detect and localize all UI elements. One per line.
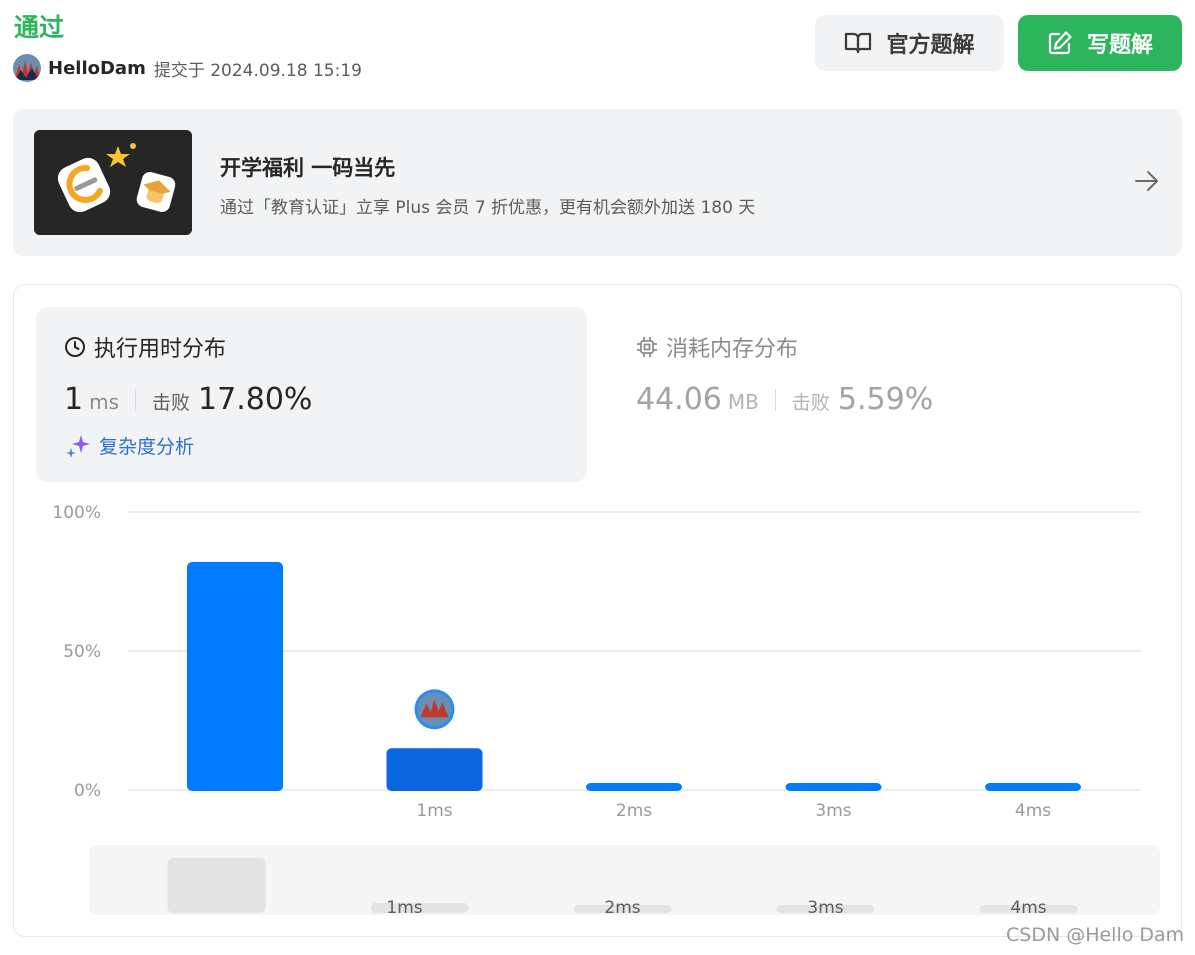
status-accepted: 通过 <box>14 13 65 42</box>
username[interactable]: HelloDam <box>48 58 146 79</box>
memory-beat-value: 5.59% <box>837 382 934 417</box>
divider <box>774 388 776 411</box>
memory-chip-icon <box>637 337 657 357</box>
memory-title[interactable]: 消耗内存分布 <box>636 331 798 363</box>
runtime-unit: ms <box>89 390 119 414</box>
watermark: CSDN @Hello Dam <box>1006 924 1185 946</box>
official-solution-label: 官方题解 <box>886 33 975 58</box>
memory-title-label: 消耗内存分布 <box>666 337 799 362</box>
runtime-title-label: 执行用时分布 <box>94 337 227 362</box>
chart-bar[interactable] <box>785 783 882 791</box>
runtime-metric: 1 ms 击败 17.80% <box>64 382 312 417</box>
minimap-bar <box>776 905 875 913</box>
avatar[interactable] <box>13 54 41 82</box>
official-solution-button[interactable]: 官方题解 <box>815 15 1004 71</box>
submit-time: 提交于 2024.09.18 15:19 <box>153 60 362 81</box>
memory-beat-label: 击败 <box>791 392 830 414</box>
chart-bar[interactable] <box>386 748 483 791</box>
divider <box>135 388 136 411</box>
minimap-bar <box>979 905 1078 913</box>
runtime-beat-value: 17.80% <box>198 382 313 417</box>
write-solution-button[interactable]: 写题解 <box>1018 15 1182 71</box>
minimap-bar <box>167 858 266 913</box>
submission-result-page: 通过 HelloDam 提交于 2024.09.18 15:19 官方题解 写题… <box>0 0 1195 955</box>
chart-bar[interactable] <box>187 562 283 791</box>
user-avatar-marker-image <box>417 692 452 727</box>
write-solution-label: 写题解 <box>1086 33 1153 58</box>
book-icon <box>845 32 872 54</box>
promo-banner[interactable]: 开学福利 一码当先 通过「教育认证」立享 Plus 会员 7 折优惠，更有机会额… <box>13 109 1182 256</box>
minimap-bar <box>370 902 469 913</box>
memory-value: 44.06 <box>636 382 722 417</box>
submission-info: HelloDam 提交于 2024.09.18 15:19 <box>13 53 362 83</box>
clock-icon <box>65 337 85 357</box>
promo-image <box>34 130 192 235</box>
arrow-right-icon[interactable] <box>1134 169 1160 193</box>
sparkle-icon <box>66 434 90 458</box>
promo-title: 开学福利 一码当先 <box>220 156 396 180</box>
complexity-analysis-link[interactable]: 复杂度分析 <box>65 432 194 459</box>
chart-bar[interactable] <box>586 783 682 791</box>
minimap-bar <box>573 905 672 913</box>
edit-icon <box>1048 31 1072 55</box>
runtime-title[interactable]: 执行用时分布 <box>64 331 226 363</box>
runtime-value: 1 <box>64 382 84 417</box>
runtime-beat-label: 击败 <box>152 392 191 414</box>
memory-metric: 44.06 MB 击败 5.59% <box>636 382 933 417</box>
chart-bar[interactable] <box>985 783 1081 791</box>
promo-subtitle: 通过「教育认证」立享 Plus 会员 7 折优惠，更有机会额外加送 180 天 <box>220 198 756 218</box>
complexity-label: 复杂度分析 <box>99 436 195 458</box>
memory-unit: MB <box>727 390 759 414</box>
